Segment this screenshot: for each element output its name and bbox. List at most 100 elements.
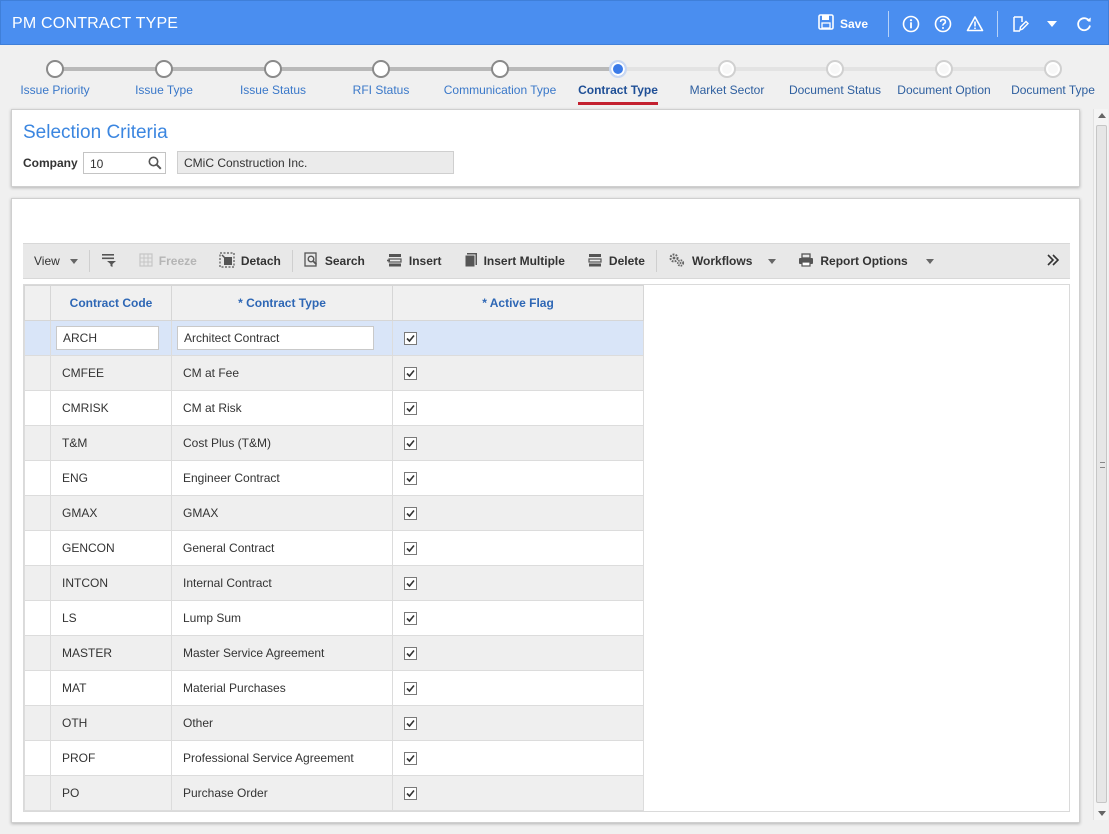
row-selector[interactable] (24, 390, 51, 426)
table-row[interactable]: T&M Cost Plus (T&M) (24, 425, 644, 461)
active-flag-checkbox[interactable] (404, 401, 417, 415)
report-options-menu-button[interactable]: Report Options (787, 243, 944, 279)
freeze-button[interactable]: Freeze (128, 243, 208, 279)
contract-type-cell[interactable]: Purchase Order (171, 775, 393, 811)
contract-type-cell[interactable]: Engineer Contract (171, 460, 393, 496)
active-flag-checkbox[interactable] (404, 716, 417, 730)
contract-type-cell[interactable]: CM at Risk (171, 390, 393, 426)
contract-code-cell[interactable]: PO (50, 775, 172, 811)
row-selector[interactable] (24, 670, 51, 706)
table-row[interactable]: GENCON General Contract (24, 530, 644, 566)
edit-note-icon[interactable] (1009, 13, 1031, 35)
row-selector[interactable] (24, 705, 51, 741)
active-flag-checkbox[interactable] (404, 646, 417, 660)
search-icon[interactable] (148, 156, 162, 173)
active-flag-checkbox[interactable] (404, 541, 417, 555)
column-header-contract-code[interactable]: Contract Code (50, 285, 172, 321)
train-step-document-option[interactable]: Document Option (884, 45, 1004, 97)
table-row[interactable]: CMRISK CM at Risk (24, 390, 644, 426)
train-step-communication-type[interactable]: Communication Type (440, 45, 560, 97)
column-header-contract-type[interactable]: * Contract Type (171, 285, 393, 321)
refresh-icon[interactable] (1073, 13, 1095, 35)
row-selector[interactable] (24, 530, 51, 566)
row-selector[interactable] (24, 460, 51, 496)
active-flag-checkbox[interactable] (404, 471, 417, 485)
train-step-rfi-status[interactable]: RFI Status (321, 45, 441, 97)
table-row[interactable]: PO Purchase Order (24, 775, 644, 811)
active-flag-checkbox[interactable] (404, 611, 417, 625)
train-step-contract-type[interactable]: Contract Type (558, 45, 678, 105)
scroll-down-arrow-icon[interactable] (1098, 811, 1106, 816)
active-flag-checkbox[interactable] (404, 366, 417, 380)
contract-type-cell[interactable]: Material Purchases (171, 670, 393, 706)
info-icon[interactable] (900, 13, 922, 35)
train-step-issue-type[interactable]: Issue Type (104, 45, 224, 97)
contract-type-cell[interactable]: Lump Sum (171, 600, 393, 636)
contract-type-cell[interactable]: GMAX (171, 495, 393, 531)
table-row[interactable]: INTCON Internal Contract (24, 565, 644, 601)
row-selector[interactable] (24, 320, 51, 356)
contract-type-cell[interactable]: Master Service Agreement (171, 635, 393, 671)
row-selector[interactable] (24, 565, 51, 601)
active-flag-checkbox[interactable] (404, 331, 417, 345)
table-row[interactable]: PROF Professional Service Agreement (24, 740, 644, 776)
scrollbar-thumb[interactable] (1096, 125, 1107, 803)
chevron-down-icon[interactable] (1041, 13, 1063, 35)
save-button[interactable]: Save (818, 14, 882, 33)
train-step-document-type[interactable]: Document Type (993, 45, 1109, 97)
contract-code-cell[interactable]: INTCON (50, 565, 172, 601)
table-row[interactable]: ENG Engineer Contract (24, 460, 644, 496)
contract-code-input[interactable]: ARCH (56, 326, 159, 350)
contract-type-cell[interactable]: Cost Plus (T&M) (171, 425, 393, 461)
row-selector[interactable] (24, 425, 51, 461)
active-flag-checkbox[interactable] (404, 506, 417, 520)
row-selector[interactable] (24, 495, 51, 531)
insert-button[interactable]: Insert (376, 243, 453, 279)
contract-type-cell[interactable]: Professional Service Agreement (171, 740, 393, 776)
filter-button[interactable] (90, 243, 128, 279)
view-menu-button[interactable]: View (23, 243, 89, 279)
contract-code-cell[interactable]: T&M (50, 425, 172, 461)
column-header-active-flag[interactable]: * Active Flag (392, 285, 644, 321)
search-button[interactable]: Search (293, 243, 376, 279)
train-step-market-sector[interactable]: Market Sector (667, 45, 787, 97)
train-step-issue-priority[interactable]: Issue Priority (0, 45, 115, 97)
row-selector[interactable] (24, 775, 51, 811)
table-row[interactable]: LS Lump Sum (24, 600, 644, 636)
delete-button[interactable]: Delete (576, 243, 656, 279)
table-row[interactable]: OTH Other (24, 705, 644, 741)
contract-code-cell[interactable]: OTH (50, 705, 172, 741)
row-selector[interactable] (24, 600, 51, 636)
table-row[interactable]: CMFEE CM at Fee (24, 355, 644, 391)
active-flag-checkbox[interactable] (404, 786, 417, 800)
workflows-menu-button[interactable]: Workflows (657, 243, 787, 279)
table-row[interactable]: MAT Material Purchases (24, 670, 644, 706)
contract-type-cell[interactable]: Internal Contract (171, 565, 393, 601)
page-scrollbar[interactable] (1093, 109, 1108, 820)
active-flag-checkbox[interactable] (404, 681, 417, 695)
active-flag-checkbox[interactable] (404, 436, 417, 450)
contract-code-cell[interactable]: MASTER (50, 635, 172, 671)
active-flag-checkbox[interactable] (404, 751, 417, 765)
contract-code-cell[interactable]: CMFEE (50, 355, 172, 391)
insert-multiple-button[interactable]: Insert Multiple (453, 243, 576, 279)
active-flag-checkbox[interactable] (404, 576, 417, 590)
table-row[interactable]: MASTER Master Service Agreement (24, 635, 644, 671)
contract-code-cell[interactable]: LS (50, 600, 172, 636)
contract-code-cell[interactable]: ENG (50, 460, 172, 496)
contract-type-cell[interactable]: General Contract (171, 530, 393, 566)
row-selector[interactable] (24, 740, 51, 776)
row-selector[interactable] (24, 355, 51, 391)
train-step-document-status[interactable]: Document Status (775, 45, 895, 97)
contract-type-cell[interactable]: Other (171, 705, 393, 741)
row-selector[interactable] (24, 635, 51, 671)
contract-code-cell[interactable]: MAT (50, 670, 172, 706)
train-step-issue-status[interactable]: Issue Status (213, 45, 333, 97)
detach-button[interactable]: Detach (208, 243, 292, 279)
contract-type-input[interactable]: Architect Contract (177, 326, 374, 350)
contract-code-cell[interactable]: GENCON (50, 530, 172, 566)
scroll-up-arrow-icon[interactable] (1098, 113, 1106, 118)
contract-code-cell[interactable]: PROF (50, 740, 172, 776)
table-row[interactable]: ARCH Architect Contract (24, 320, 644, 356)
warning-icon[interactable] (964, 13, 986, 35)
